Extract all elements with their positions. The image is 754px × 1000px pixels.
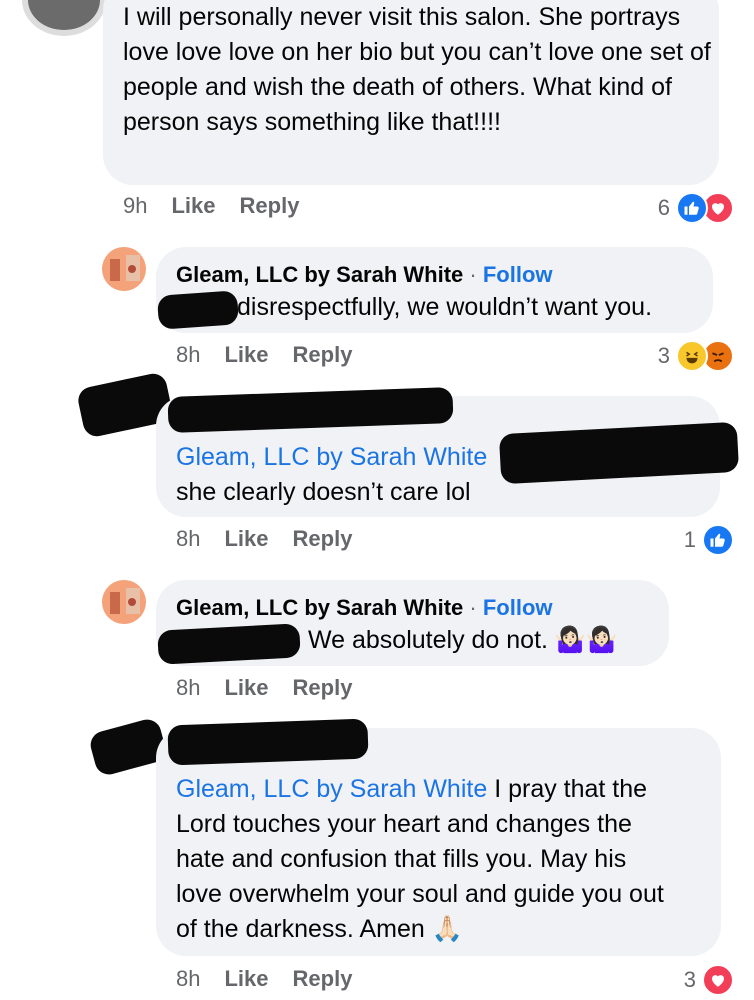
comment-time[interactable]: 8h: [176, 966, 200, 991]
like-button[interactable]: Like: [171, 193, 215, 218]
comment-text-line: hate and confusion that fills you. May h…: [176, 845, 627, 873]
page-avatar[interactable]: [102, 580, 146, 624]
comment-text-line: of the darkness. Amen 🙏🏻: [176, 915, 463, 943]
like-icon: [676, 192, 708, 224]
comment-actions: 8h Like Reply: [176, 966, 352, 992]
comment-author[interactable]: Gleam, LLC by Sarah White · Follow: [176, 595, 553, 621]
comment-time[interactable]: 8h: [176, 526, 200, 551]
reply-button[interactable]: Reply: [293, 526, 353, 551]
comment-actions: 8h Like Reply: [176, 526, 352, 552]
reply-button[interactable]: Reply: [240, 193, 300, 218]
comment-text: disrespectfully, we wouldn’t want you.: [237, 293, 653, 321]
like-button[interactable]: Like: [224, 342, 268, 367]
like-icon: [702, 524, 734, 556]
reaction-count[interactable]: 6: [640, 195, 670, 221]
reply-button[interactable]: Reply: [293, 675, 353, 700]
reaction-count[interactable]: 3: [666, 967, 696, 993]
comment-text: We absolutely do not. 🤷🏻‍♀️🤷🏻‍♀️: [308, 626, 618, 654]
follow-button[interactable]: Follow: [483, 595, 553, 620]
commenter-avatar[interactable]: [22, 0, 106, 36]
comment-text: she clearly doesn’t care lol: [176, 478, 471, 506]
mention-link[interactable]: Gleam, LLC by Sarah White: [176, 443, 487, 471]
haha-icon: [676, 340, 708, 372]
comment-text: Gleam, LLC by Sarah White I pray that th…: [176, 775, 648, 803]
comment-text-line: Lord touches your heart and changes the: [176, 810, 632, 838]
comment-actions: 8h Like Reply: [176, 675, 352, 701]
comment-text-line: love overwhelm your soul and guide you o…: [176, 880, 664, 908]
comment-actions: 9h Like Reply: [123, 193, 299, 219]
mention-link[interactable]: Gleam, LLC by Sarah White: [176, 775, 487, 803]
comment-text: I will personally never visit this salon…: [123, 3, 711, 136]
comment-time[interactable]: 9h: [123, 193, 147, 218]
comment-author[interactable]: Gleam, LLC by Sarah White · Follow: [176, 262, 553, 288]
reply-button[interactable]: Reply: [293, 342, 353, 367]
page-avatar[interactable]: [102, 247, 146, 291]
like-button[interactable]: Like: [224, 966, 268, 991]
reaction-count[interactable]: 3: [640, 343, 670, 369]
comment-time[interactable]: 8h: [176, 675, 200, 700]
comment-actions: 8h Like Reply: [176, 342, 352, 368]
like-button[interactable]: Like: [224, 526, 268, 551]
love-icon: [702, 964, 734, 996]
reaction-count[interactable]: 1: [666, 527, 696, 553]
reply-button[interactable]: Reply: [293, 966, 353, 991]
follow-button[interactable]: Follow: [483, 262, 553, 287]
redacted-mention: [156, 290, 240, 330]
comment-time[interactable]: 8h: [176, 342, 200, 367]
redacted-name: [167, 718, 369, 766]
like-button[interactable]: Like: [224, 675, 268, 700]
